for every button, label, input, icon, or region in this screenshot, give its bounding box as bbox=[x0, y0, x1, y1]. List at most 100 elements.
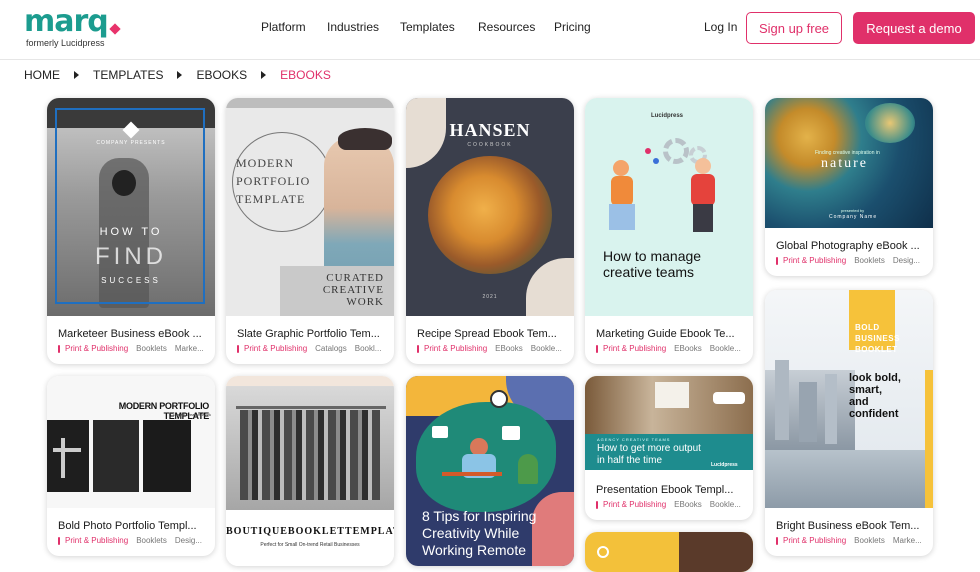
thumb-text: Company Name bbox=[829, 214, 878, 220]
template-thumbnail[interactable] bbox=[585, 532, 753, 572]
book-icon bbox=[596, 500, 598, 509]
signup-button[interactable]: Sign up free bbox=[746, 12, 842, 44]
thumb-text: HANSEN bbox=[449, 120, 531, 140]
template-thumbnail[interactable]: Lucidpress How to manage creative teams bbox=[585, 98, 753, 316]
card-tags: Print & Publishing Booklets Marke... bbox=[776, 536, 928, 545]
tag[interactable]: Booklets bbox=[136, 344, 167, 353]
template-card[interactable]: BOUTIQUEBOOKLETTEMPLATE Perfect for Smal… bbox=[226, 376, 394, 566]
tag-category[interactable]: Print & Publishing bbox=[603, 344, 666, 353]
card-title[interactable]: Slate Graphic Portfolio Tem... bbox=[237, 328, 385, 340]
thumb-text: HOW TO bbox=[99, 226, 163, 238]
thumb-text: creative teams bbox=[603, 264, 695, 280]
card-tags: Print & Publishing EBooks Bookle... bbox=[417, 344, 569, 353]
template-card[interactable]: BOLD BUSINESS BOOKLET look bold, smart, … bbox=[765, 290, 933, 556]
template-thumbnail[interactable]: BOUTIQUEBOOKLETTEMPLATE Perfect for Smal… bbox=[226, 376, 394, 566]
marq-logo[interactable]: marq formerly Lucidpress bbox=[24, 7, 134, 51]
tag[interactable]: Desig... bbox=[175, 536, 202, 545]
tag-category[interactable]: Print & Publishing bbox=[244, 344, 307, 353]
tag-category[interactable]: Print & Publishing bbox=[65, 344, 128, 353]
login-link[interactable]: Log In bbox=[704, 20, 737, 34]
book-icon bbox=[776, 536, 778, 545]
thumb-text: WORK bbox=[346, 296, 384, 308]
tag-category[interactable]: Print & Publishing bbox=[783, 536, 846, 545]
thumb-text: Creativity While bbox=[422, 525, 520, 541]
nav-templates[interactable]: Templates bbox=[400, 20, 455, 34]
tag-category[interactable]: Print & Publishing bbox=[65, 536, 128, 545]
template-card[interactable]: Lucidpress How to manage creative teams … bbox=[585, 98, 753, 364]
template-thumbnail[interactable]: AGENCY CREATIVE TEAMS How to get more ou… bbox=[585, 376, 753, 470]
template-thumbnail[interactable]: MODERN PORTFOLIO TEMPLATE CURATED CREATI… bbox=[226, 98, 394, 316]
card-title[interactable]: Marketing Guide Ebook Te... bbox=[596, 328, 744, 340]
card-title[interactable]: Marketeer Business eBook ... bbox=[58, 328, 206, 340]
breadcrumb-ebooks[interactable]: EBOOKS bbox=[196, 68, 247, 82]
thumb-text: confident bbox=[849, 408, 899, 420]
breadcrumb-home[interactable]: HOME bbox=[24, 68, 60, 82]
nav-pricing[interactable]: Pricing bbox=[554, 20, 591, 34]
template-card[interactable]: HANSEN COOKBOOK 2021 Recipe Spread Ebook… bbox=[406, 98, 574, 364]
tag-category[interactable]: Print & Publishing bbox=[783, 256, 846, 265]
tag[interactable]: Marke... bbox=[893, 536, 922, 545]
card-title[interactable]: Global Photography eBook ... bbox=[776, 240, 924, 252]
book-icon bbox=[776, 256, 779, 265]
tag[interactable]: Bookl... bbox=[355, 344, 382, 353]
thumb-text: AGENCY CREATIVE TEAMS bbox=[597, 437, 671, 442]
tag[interactable]: EBooks bbox=[674, 500, 702, 509]
card-tags: Print & Publishing EBooks Bookle... bbox=[596, 500, 748, 509]
logo-subtitle: formerly Lucidpress bbox=[26, 38, 105, 48]
thumb-text: Perfect for Small On-trend Retail Busine… bbox=[260, 542, 360, 548]
book-icon bbox=[417, 344, 419, 353]
tag[interactable]: Bookle... bbox=[531, 344, 562, 353]
tag[interactable]: Marke... bbox=[175, 344, 204, 353]
card-title[interactable]: Bright Business eBook Tem... bbox=[776, 520, 924, 532]
tag[interactable]: Desig... bbox=[893, 256, 920, 265]
thumb-text: in half the time bbox=[597, 455, 663, 466]
tag[interactable]: Booklets bbox=[136, 536, 167, 545]
nav-industries[interactable]: Industries bbox=[327, 20, 379, 34]
tag-category[interactable]: Print & Publishing bbox=[603, 500, 666, 509]
card-title[interactable]: Bold Photo Portfolio Templ... bbox=[58, 520, 206, 532]
tag[interactable]: Booklets bbox=[854, 256, 885, 265]
thumb-text: smart, bbox=[849, 384, 883, 396]
breadcrumb-current: EBOOKS bbox=[280, 68, 331, 82]
nav-platform[interactable]: Platform bbox=[261, 20, 306, 34]
template-card[interactable]: COMPANY PRESENTS HOW TO FIND SUCCESS Mar… bbox=[47, 98, 215, 364]
template-card[interactable]: MODERN PORTFOLIO TEMPLATE CURATED CREATI… bbox=[226, 98, 394, 364]
template-thumbnail[interactable]: 8 Tips for Inspiring Creativity While Wo… bbox=[406, 376, 574, 566]
thumb-text: MODERN bbox=[236, 156, 295, 170]
thumb-text: Lucidpress bbox=[651, 113, 684, 119]
thumb-text: COOKBOOK bbox=[467, 142, 513, 148]
breadcrumb: HOME TEMPLATES EBOOKS EBOOKS bbox=[24, 68, 331, 82]
thumb-text: Curated Creative Work bbox=[170, 412, 211, 417]
card-title[interactable]: Presentation Ebook Templ... bbox=[596, 484, 744, 496]
thumb-text: MODERN PORTFOLIO TEMPLATE bbox=[118, 401, 210, 421]
nav-resources[interactable]: Resources bbox=[478, 20, 535, 34]
book-icon bbox=[58, 536, 61, 545]
template-thumbnail[interactable]: HANSEN COOKBOOK 2021 bbox=[406, 98, 574, 316]
chevron-right-icon bbox=[177, 71, 183, 79]
template-thumbnail[interactable]: COMPANY PRESENTS HOW TO FIND SUCCESS bbox=[47, 98, 215, 316]
tag[interactable]: Catalogs bbox=[315, 344, 347, 353]
tag[interactable]: EBooks bbox=[495, 344, 523, 353]
card-tags: Print & Publishing Catalogs Bookl... bbox=[237, 344, 389, 353]
thumb-text: BOUTIQUEBOOKLETTEMPLATE bbox=[226, 526, 394, 537]
template-thumbnail[interactable]: BOLD BUSINESS BOOKLET look bold, smart, … bbox=[765, 290, 933, 508]
card-title[interactable]: Recipe Spread Ebook Tem... bbox=[417, 328, 565, 340]
breadcrumb-templates[interactable]: TEMPLATES bbox=[93, 68, 163, 82]
template-thumbnail[interactable]: Finding creative inspiration in nature p… bbox=[765, 98, 933, 228]
tag-category[interactable]: Print & Publishing bbox=[424, 344, 487, 353]
thumb-text: 2021 bbox=[482, 294, 498, 300]
tag[interactable]: Bookle... bbox=[710, 500, 741, 509]
template-card[interactable]: AGENCY CREATIVE TEAMS How to get more ou… bbox=[585, 376, 753, 520]
template-card[interactable]: 8 Tips for Inspiring Creativity While Wo… bbox=[406, 376, 574, 566]
tag[interactable]: Bookle... bbox=[710, 344, 741, 353]
thumb-text: BOOKLET bbox=[855, 345, 898, 354]
thumb-text: Working Remote bbox=[422, 542, 527, 558]
tag[interactable]: EBooks bbox=[674, 344, 702, 353]
tag[interactable]: Booklets bbox=[854, 536, 885, 545]
request-demo-button[interactable]: Request a demo bbox=[853, 12, 975, 44]
gear-icon bbox=[663, 138, 689, 164]
template-card[interactable] bbox=[585, 532, 753, 572]
template-card[interactable]: MODERN PORTFOLIO TEMPLATE Curated Creati… bbox=[47, 376, 215, 556]
template-card[interactable]: Finding creative inspiration in nature p… bbox=[765, 98, 933, 276]
template-thumbnail[interactable]: MODERN PORTFOLIO TEMPLATE Curated Creati… bbox=[47, 376, 215, 508]
